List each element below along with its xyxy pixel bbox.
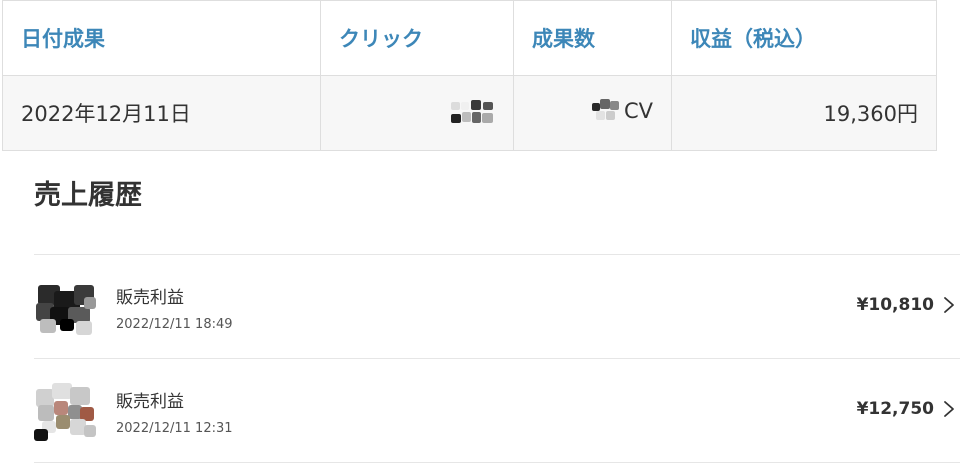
column-header-clicks: クリック xyxy=(320,0,514,76)
column-header-conversions: 成果数 xyxy=(513,0,672,76)
item-label: 販売利益 xyxy=(116,288,184,308)
item-amount: ¥10,810 xyxy=(856,295,934,315)
results-header-row: 日付成果 クリック 成果数 収益（税込） xyxy=(2,0,937,76)
list-item[interactable]: 販売利益 2022/12/11 18:49 ¥10,810 xyxy=(34,255,960,359)
cell-clicks xyxy=(320,75,514,151)
conversions-unit: CV xyxy=(623,98,653,123)
item-amount: ¥12,750 xyxy=(856,399,934,419)
chevron-right-icon xyxy=(944,401,954,417)
sales-history-list: 販売利益 2022/12/11 18:49 ¥10,810 販売利益 2022/… xyxy=(34,254,960,463)
cell-date: 2022年12月11日 xyxy=(2,75,321,151)
conversions-value: CV xyxy=(591,98,653,123)
column-header-date: 日付成果 xyxy=(2,0,321,76)
item-datetime: 2022/12/11 12:31 xyxy=(116,421,233,436)
item-datetime: 2022/12/11 18:49 xyxy=(116,317,233,332)
sales-history-title: 売上履歴 xyxy=(34,180,142,211)
column-header-revenue: 収益（税込） xyxy=(671,0,937,76)
redacted-clicks-value xyxy=(451,100,495,126)
cell-revenue: 19,360円 xyxy=(671,75,937,151)
product-thumbnail xyxy=(34,277,98,339)
table-row: 2022年12月11日 CV 19,360円 xyxy=(2,75,937,151)
product-thumbnail xyxy=(34,381,98,443)
page: 日付成果 クリック 成果数 収益（税込） 2022年12月11日 CV 19,3… xyxy=(0,0,972,466)
list-item[interactable]: 販売利益 2022/12/11 12:31 ¥12,750 xyxy=(34,359,960,463)
chevron-right-icon xyxy=(944,297,954,313)
item-label: 販売利益 xyxy=(116,392,184,412)
redacted-conversions-value xyxy=(591,98,620,123)
table-overflow-edge xyxy=(936,0,972,150)
results-table: 日付成果 クリック 成果数 収益（税込） 2022年12月11日 CV 19,3… xyxy=(2,0,937,151)
cell-conversions: CV xyxy=(513,75,672,151)
